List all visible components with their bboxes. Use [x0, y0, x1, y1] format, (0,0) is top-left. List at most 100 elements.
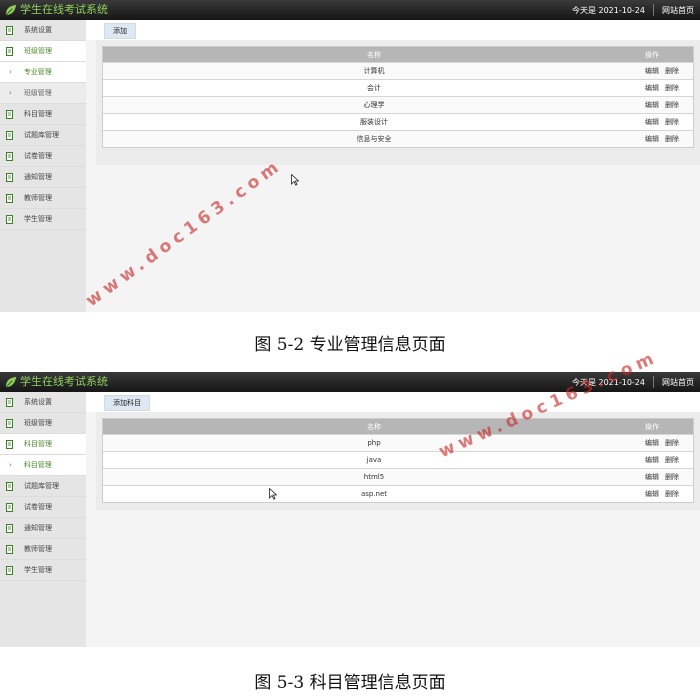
table-row: php 编辑 删除	[103, 434, 693, 451]
table-row: 会计 编辑 删除	[103, 79, 693, 96]
table-row: 计算机 编辑 删除	[103, 62, 693, 79]
sidebar-item[interactable]: 通知管理	[0, 167, 86, 188]
edit-link[interactable]: 编辑	[645, 135, 659, 143]
main-content: 添加 名称 操作 计算机 编辑 删除 会计 编辑 删除 心理学 编辑 删除 服装设计 编辑 删除 信息与…	[86, 20, 700, 312]
sidebar-item[interactable]: 学生管理	[0, 209, 86, 230]
delete-link[interactable]: 删除	[665, 118, 679, 126]
delete-link[interactable]: 删除	[665, 490, 679, 498]
sidebar-item-label: 科目管理	[24, 440, 52, 448]
edit-link[interactable]: 编辑	[645, 490, 659, 498]
sidebar-item[interactable]: 试题库管理	[0, 125, 86, 146]
sidebar-item-label: 教师管理	[24, 194, 52, 202]
sidebar-item[interactable]: 试卷管理	[0, 497, 86, 518]
sidebar-item[interactable]: › 班级管理	[0, 83, 86, 104]
table-body: php 编辑 删除 java 编辑 删除 html5 编辑 删除 asp.net 编辑 删除	[103, 434, 693, 502]
document-icon	[6, 25, 14, 35]
delete-link[interactable]: 删除	[665, 135, 679, 143]
sidebar-item-label: 系统设置	[24, 398, 52, 406]
column-header-name: 名称	[367, 422, 381, 431]
sidebar-item[interactable]: 试题库管理	[0, 476, 86, 497]
table-row: 心理学 编辑 删除	[103, 96, 693, 113]
document-icon	[6, 214, 14, 224]
edit-link[interactable]: 编辑	[645, 456, 659, 464]
sidebar-item-label: 系统设置	[24, 26, 52, 34]
divider	[653, 376, 654, 388]
sidebar-item-label: 班级管理	[24, 419, 52, 427]
sidebar-item-label: 试题库管理	[24, 131, 59, 139]
add-subject-button[interactable]: 添加科目	[104, 395, 150, 411]
table-row: java 编辑 删除	[103, 451, 693, 468]
sidebar-item-label: 科目管理	[24, 110, 52, 118]
edit-link[interactable]: 编辑	[645, 439, 659, 447]
sidebar-item[interactable]: 班级管理	[0, 41, 86, 62]
document-icon	[6, 418, 14, 428]
sidebar-item[interactable]: 教师管理	[0, 539, 86, 560]
edit-link[interactable]: 编辑	[645, 101, 659, 109]
sidebar-item-label: 班级管理	[24, 47, 52, 55]
sidebar-item-label: 试卷管理	[24, 152, 52, 160]
sidebar-item[interactable]: 试卷管理	[0, 146, 86, 167]
delete-link[interactable]: 删除	[665, 101, 679, 109]
delete-link[interactable]: 删除	[665, 456, 679, 464]
toolbar: 添加科目	[86, 392, 700, 412]
divider	[653, 4, 654, 16]
document-icon	[6, 481, 14, 491]
sidebar-item[interactable]: › 专业管理	[0, 62, 86, 83]
sidebar-item[interactable]: 系统设置	[0, 392, 86, 413]
sidebar-item[interactable]: 科目管理	[0, 434, 86, 455]
data-table: 名称 操作 php 编辑 删除 java 编辑 删除 html5 编辑 删除 asp.net 编辑删…	[102, 418, 694, 503]
table-header: 名称 操作	[103, 47, 693, 62]
table-panel: 名称 操作 php 编辑 删除 java 编辑 删除 html5 编辑 删除 asp.net 编辑删…	[96, 412, 700, 510]
data-table: 名称 操作 计算机 编辑 删除 会计 编辑 删除 心理学 编辑 删除 服装设计 编辑 删除 信息与安全编…	[102, 46, 694, 148]
sidebar-item-label: 试题库管理	[24, 482, 59, 490]
sidebar-item[interactable]: 科目管理	[0, 104, 86, 125]
table-header: 名称 操作	[103, 419, 693, 434]
row-name: 计算机	[363, 67, 385, 75]
delete-link[interactable]: 删除	[665, 439, 679, 447]
edit-link[interactable]: 编辑	[645, 84, 659, 92]
figure-caption-5-3: 图 5-3 科目管理信息页面	[254, 673, 446, 693]
top-bar: 学生在线考试系统 今天是 2021-10-24 网站首页	[0, 0, 700, 20]
sidebar-item-label: 学生管理	[24, 215, 52, 223]
home-link[interactable]: 网站首页	[662, 377, 694, 388]
delete-link[interactable]: 删除	[665, 473, 679, 481]
mouse-cursor-icon	[269, 488, 277, 500]
leaf-logo-icon	[5, 376, 17, 387]
edit-link[interactable]: 编辑	[645, 118, 659, 126]
row-name: 心理学	[363, 101, 385, 109]
sidebar-item[interactable]: 教师管理	[0, 188, 86, 209]
table-panel: 名称 操作 计算机 编辑 删除 会计 编辑 删除 心理学 编辑 删除 服装设计 编辑 删除 信息与安全编…	[96, 40, 700, 165]
screenshot-subject-management: 学生在线考试系统 今天是 2021-10-24 网站首页 系统设置 班级管理 科目管…	[0, 372, 700, 647]
column-header-actions: 操作	[645, 422, 659, 431]
top-right-info: 今天是 2021-10-24 网站首页	[572, 0, 694, 20]
sidebar-item[interactable]: 学生管理	[0, 560, 86, 581]
app-title: 学生在线考试系统	[20, 375, 108, 388]
edit-link[interactable]: 编辑	[645, 67, 659, 75]
sidebar-item-label: 通知管理	[24, 173, 52, 181]
figure-caption-5-2: 图 5-2 专业管理信息页面	[254, 335, 446, 355]
sidebar-item-label: 试卷管理	[24, 503, 52, 511]
delete-link[interactable]: 删除	[665, 84, 679, 92]
row-name: 服装设计	[360, 118, 388, 126]
column-header-actions: 操作	[645, 50, 659, 59]
home-link[interactable]: 网站首页	[662, 5, 694, 16]
sidebar-item[interactable]: › 科目管理	[0, 455, 86, 476]
brand: 学生在线考试系统	[4, 374, 108, 390]
edit-link[interactable]: 编辑	[645, 473, 659, 481]
document-icon	[6, 46, 14, 56]
table-row: 服装设计 编辑 删除	[103, 113, 693, 130]
document-icon	[6, 523, 14, 533]
sidebar-item[interactable]: 系统设置	[0, 20, 86, 41]
row-name: html5	[363, 473, 385, 481]
mouse-cursor-icon	[291, 174, 299, 186]
sidebar-item[interactable]: 通知管理	[0, 518, 86, 539]
document-icon	[6, 151, 14, 161]
row-actions: 编辑 删除	[645, 83, 693, 93]
add-button[interactable]: 添加	[104, 23, 136, 39]
table-body: 计算机 编辑 删除 会计 编辑 删除 心理学 编辑 删除 服装设计 编辑 删除 信息与安全 编辑 删除	[103, 62, 693, 147]
brand: 学生在线考试系统	[4, 2, 108, 18]
sidebar-item[interactable]: 班级管理	[0, 413, 86, 434]
delete-link[interactable]: 删除	[665, 67, 679, 75]
table-row: 信息与安全 编辑 删除	[103, 130, 693, 147]
row-actions: 编辑 删除	[645, 438, 693, 448]
